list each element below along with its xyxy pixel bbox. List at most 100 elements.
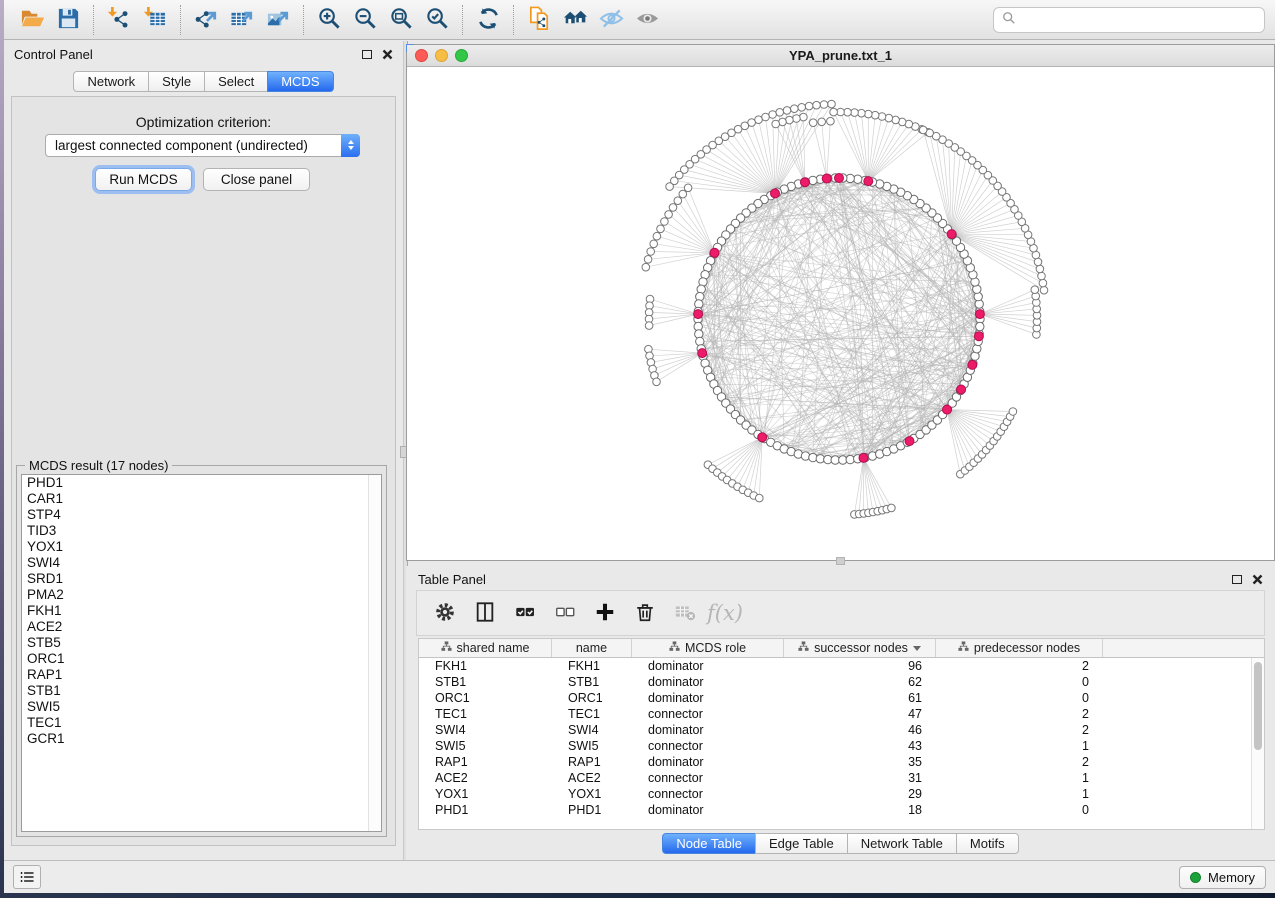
table-row[interactable]: STB1STB1dominator620 bbox=[419, 674, 1264, 690]
table-cell: 2 bbox=[936, 658, 1103, 674]
result-list-item[interactable]: GCR1 bbox=[22, 731, 381, 747]
export-table-button[interactable] bbox=[224, 4, 260, 36]
column-header-successor-nodes[interactable]: successor nodes bbox=[784, 639, 936, 657]
tab-select[interactable]: Select bbox=[204, 71, 268, 92]
result-list-item[interactable]: TID3 bbox=[22, 523, 381, 539]
table-tab-node-table[interactable]: Node Table bbox=[662, 833, 756, 854]
clone-network-button[interactable] bbox=[521, 4, 557, 36]
network-titlebar[interactable]: YPA_prune.txt_1 bbox=[407, 45, 1274, 67]
table-tab-motifs[interactable]: Motifs bbox=[956, 833, 1019, 854]
result-list-item[interactable]: SRD1 bbox=[22, 571, 381, 587]
zoom-out-button[interactable] bbox=[347, 4, 383, 36]
result-list-item[interactable]: STB5 bbox=[22, 635, 381, 651]
main-toolbar bbox=[4, 0, 1275, 40]
export-network-button[interactable] bbox=[188, 4, 224, 36]
export-image-icon bbox=[266, 6, 291, 34]
float-table-panel-icon[interactable] bbox=[1232, 575, 1242, 584]
window-close-light[interactable] bbox=[415, 49, 428, 62]
zoom-in-button[interactable] bbox=[311, 4, 347, 36]
tab-network[interactable]: Network bbox=[73, 71, 149, 92]
window-zoom-light[interactable] bbox=[455, 49, 468, 62]
import-table-button[interactable] bbox=[137, 4, 173, 36]
column-header-name[interactable]: name bbox=[552, 639, 632, 657]
tab-style[interactable]: Style bbox=[148, 71, 205, 92]
network-view-frame: YPA_prune.txt_1 bbox=[406, 44, 1275, 561]
table-scrollbar-thumb[interactable] bbox=[1254, 662, 1262, 750]
table-cell: dominator bbox=[632, 690, 784, 706]
criterion-dropdown[interactable]: largest connected component (undirected) bbox=[45, 134, 360, 157]
zoom-fit-button[interactable] bbox=[383, 4, 419, 36]
table-row[interactable]: TEC1TEC1connector472 bbox=[419, 706, 1264, 722]
result-list-item[interactable]: SWI4 bbox=[22, 555, 381, 571]
result-list-scrollbar[interactable] bbox=[368, 475, 381, 831]
add-column-button[interactable] bbox=[587, 595, 623, 631]
result-list-item[interactable]: YOX1 bbox=[22, 539, 381, 555]
column-header-MCDS-role[interactable]: MCDS role bbox=[632, 639, 784, 657]
run-mcds-button[interactable]: Run MCDS bbox=[95, 168, 192, 191]
select-all-button[interactable] bbox=[507, 595, 543, 631]
delete-column-button[interactable] bbox=[627, 595, 663, 631]
table-row[interactable]: PHD1PHD1dominator180 bbox=[419, 802, 1264, 818]
table-scrollbar[interactable] bbox=[1251, 658, 1264, 829]
column-header-predecessor-nodes[interactable]: predecessor nodes bbox=[936, 639, 1103, 657]
unselect-all-button[interactable] bbox=[547, 595, 583, 631]
select-all-icon bbox=[514, 601, 536, 626]
table-row[interactable]: ACE2ACE2connector311 bbox=[419, 770, 1264, 786]
network-title: YPA_prune.txt_1 bbox=[407, 48, 1274, 63]
table-cell: dominator bbox=[632, 722, 784, 738]
mcds-result-list[interactable]: PHD1CAR1STP4TID3YOX1SWI4SRD1PMA2FKH1ACE2… bbox=[21, 474, 382, 832]
close-table-panel-icon[interactable] bbox=[1252, 574, 1263, 585]
result-list-item[interactable]: PMA2 bbox=[22, 587, 381, 603]
table-row[interactable]: FKH1FKH1dominator962 bbox=[419, 658, 1264, 674]
result-list-item[interactable]: FKH1 bbox=[22, 603, 381, 619]
tab-mcds[interactable]: MCDS bbox=[267, 71, 333, 92]
table-row[interactable]: SWI4SWI4dominator462 bbox=[419, 722, 1264, 738]
hide-selected-button[interactable] bbox=[593, 4, 629, 36]
table-row[interactable]: ORC1ORC1dominator610 bbox=[419, 690, 1264, 706]
horizontal-splitter-handle[interactable] bbox=[836, 557, 845, 565]
refresh-button[interactable] bbox=[470, 4, 506, 36]
result-list-item[interactable]: CAR1 bbox=[22, 491, 381, 507]
close-panel-button[interactable]: Close panel bbox=[203, 168, 310, 191]
result-list-item[interactable]: SWI5 bbox=[22, 699, 381, 715]
first-neighbors-button[interactable] bbox=[557, 4, 593, 36]
table-row[interactable]: SWI5SWI5connector431 bbox=[419, 738, 1264, 754]
settings-gear-icon bbox=[434, 601, 456, 626]
table-row[interactable]: YOX1YOX1connector291 bbox=[419, 786, 1264, 802]
result-list-item[interactable]: STP4 bbox=[22, 507, 381, 523]
result-list-item[interactable]: PHD1 bbox=[22, 475, 381, 491]
save-session-button[interactable] bbox=[50, 4, 86, 36]
table-cell: dominator bbox=[632, 658, 784, 674]
table-cell: RAP1 bbox=[419, 754, 552, 770]
mcds-result-group: MCDS result (17 nodes) PHD1CAR1STP4TID3Y… bbox=[16, 465, 387, 837]
memory-button[interactable]: Memory bbox=[1179, 866, 1266, 889]
table-tab-network-table[interactable]: Network Table bbox=[847, 833, 957, 854]
import-network-button[interactable] bbox=[101, 4, 137, 36]
table-row[interactable]: RAP1RAP1dominator352 bbox=[419, 754, 1264, 770]
result-list-item[interactable]: ORC1 bbox=[22, 651, 381, 667]
table-cell: 29 bbox=[784, 786, 936, 802]
result-list-item[interactable]: STB1 bbox=[22, 683, 381, 699]
show-all-button[interactable] bbox=[629, 4, 665, 36]
float-panel-icon[interactable] bbox=[362, 50, 372, 59]
table-tab-edge-table[interactable]: Edge Table bbox=[755, 833, 848, 854]
open-file-button[interactable] bbox=[14, 4, 50, 36]
result-list-item[interactable]: RAP1 bbox=[22, 667, 381, 683]
close-panel-icon[interactable] bbox=[382, 49, 393, 60]
control-panel-title: Control Panel bbox=[14, 47, 93, 62]
result-list-item[interactable]: TEC1 bbox=[22, 715, 381, 731]
network-canvas[interactable] bbox=[407, 67, 1274, 560]
window-minimize-light[interactable] bbox=[435, 49, 448, 62]
export-image-button[interactable] bbox=[260, 4, 296, 36]
search-input[interactable] bbox=[1022, 12, 1256, 27]
result-list-item[interactable]: ACE2 bbox=[22, 619, 381, 635]
column-label: MCDS role bbox=[685, 641, 746, 655]
shared-column-icon bbox=[958, 641, 969, 655]
zoom-selected-button[interactable] bbox=[419, 4, 455, 36]
show-columns-button[interactable] bbox=[467, 595, 503, 631]
settings-gear-button[interactable] bbox=[427, 595, 463, 631]
column-header-shared-name[interactable]: shared name bbox=[419, 639, 552, 657]
table-cell: STB1 bbox=[552, 674, 632, 690]
zoom-out-icon bbox=[353, 6, 378, 34]
task-history-button[interactable] bbox=[13, 865, 41, 889]
